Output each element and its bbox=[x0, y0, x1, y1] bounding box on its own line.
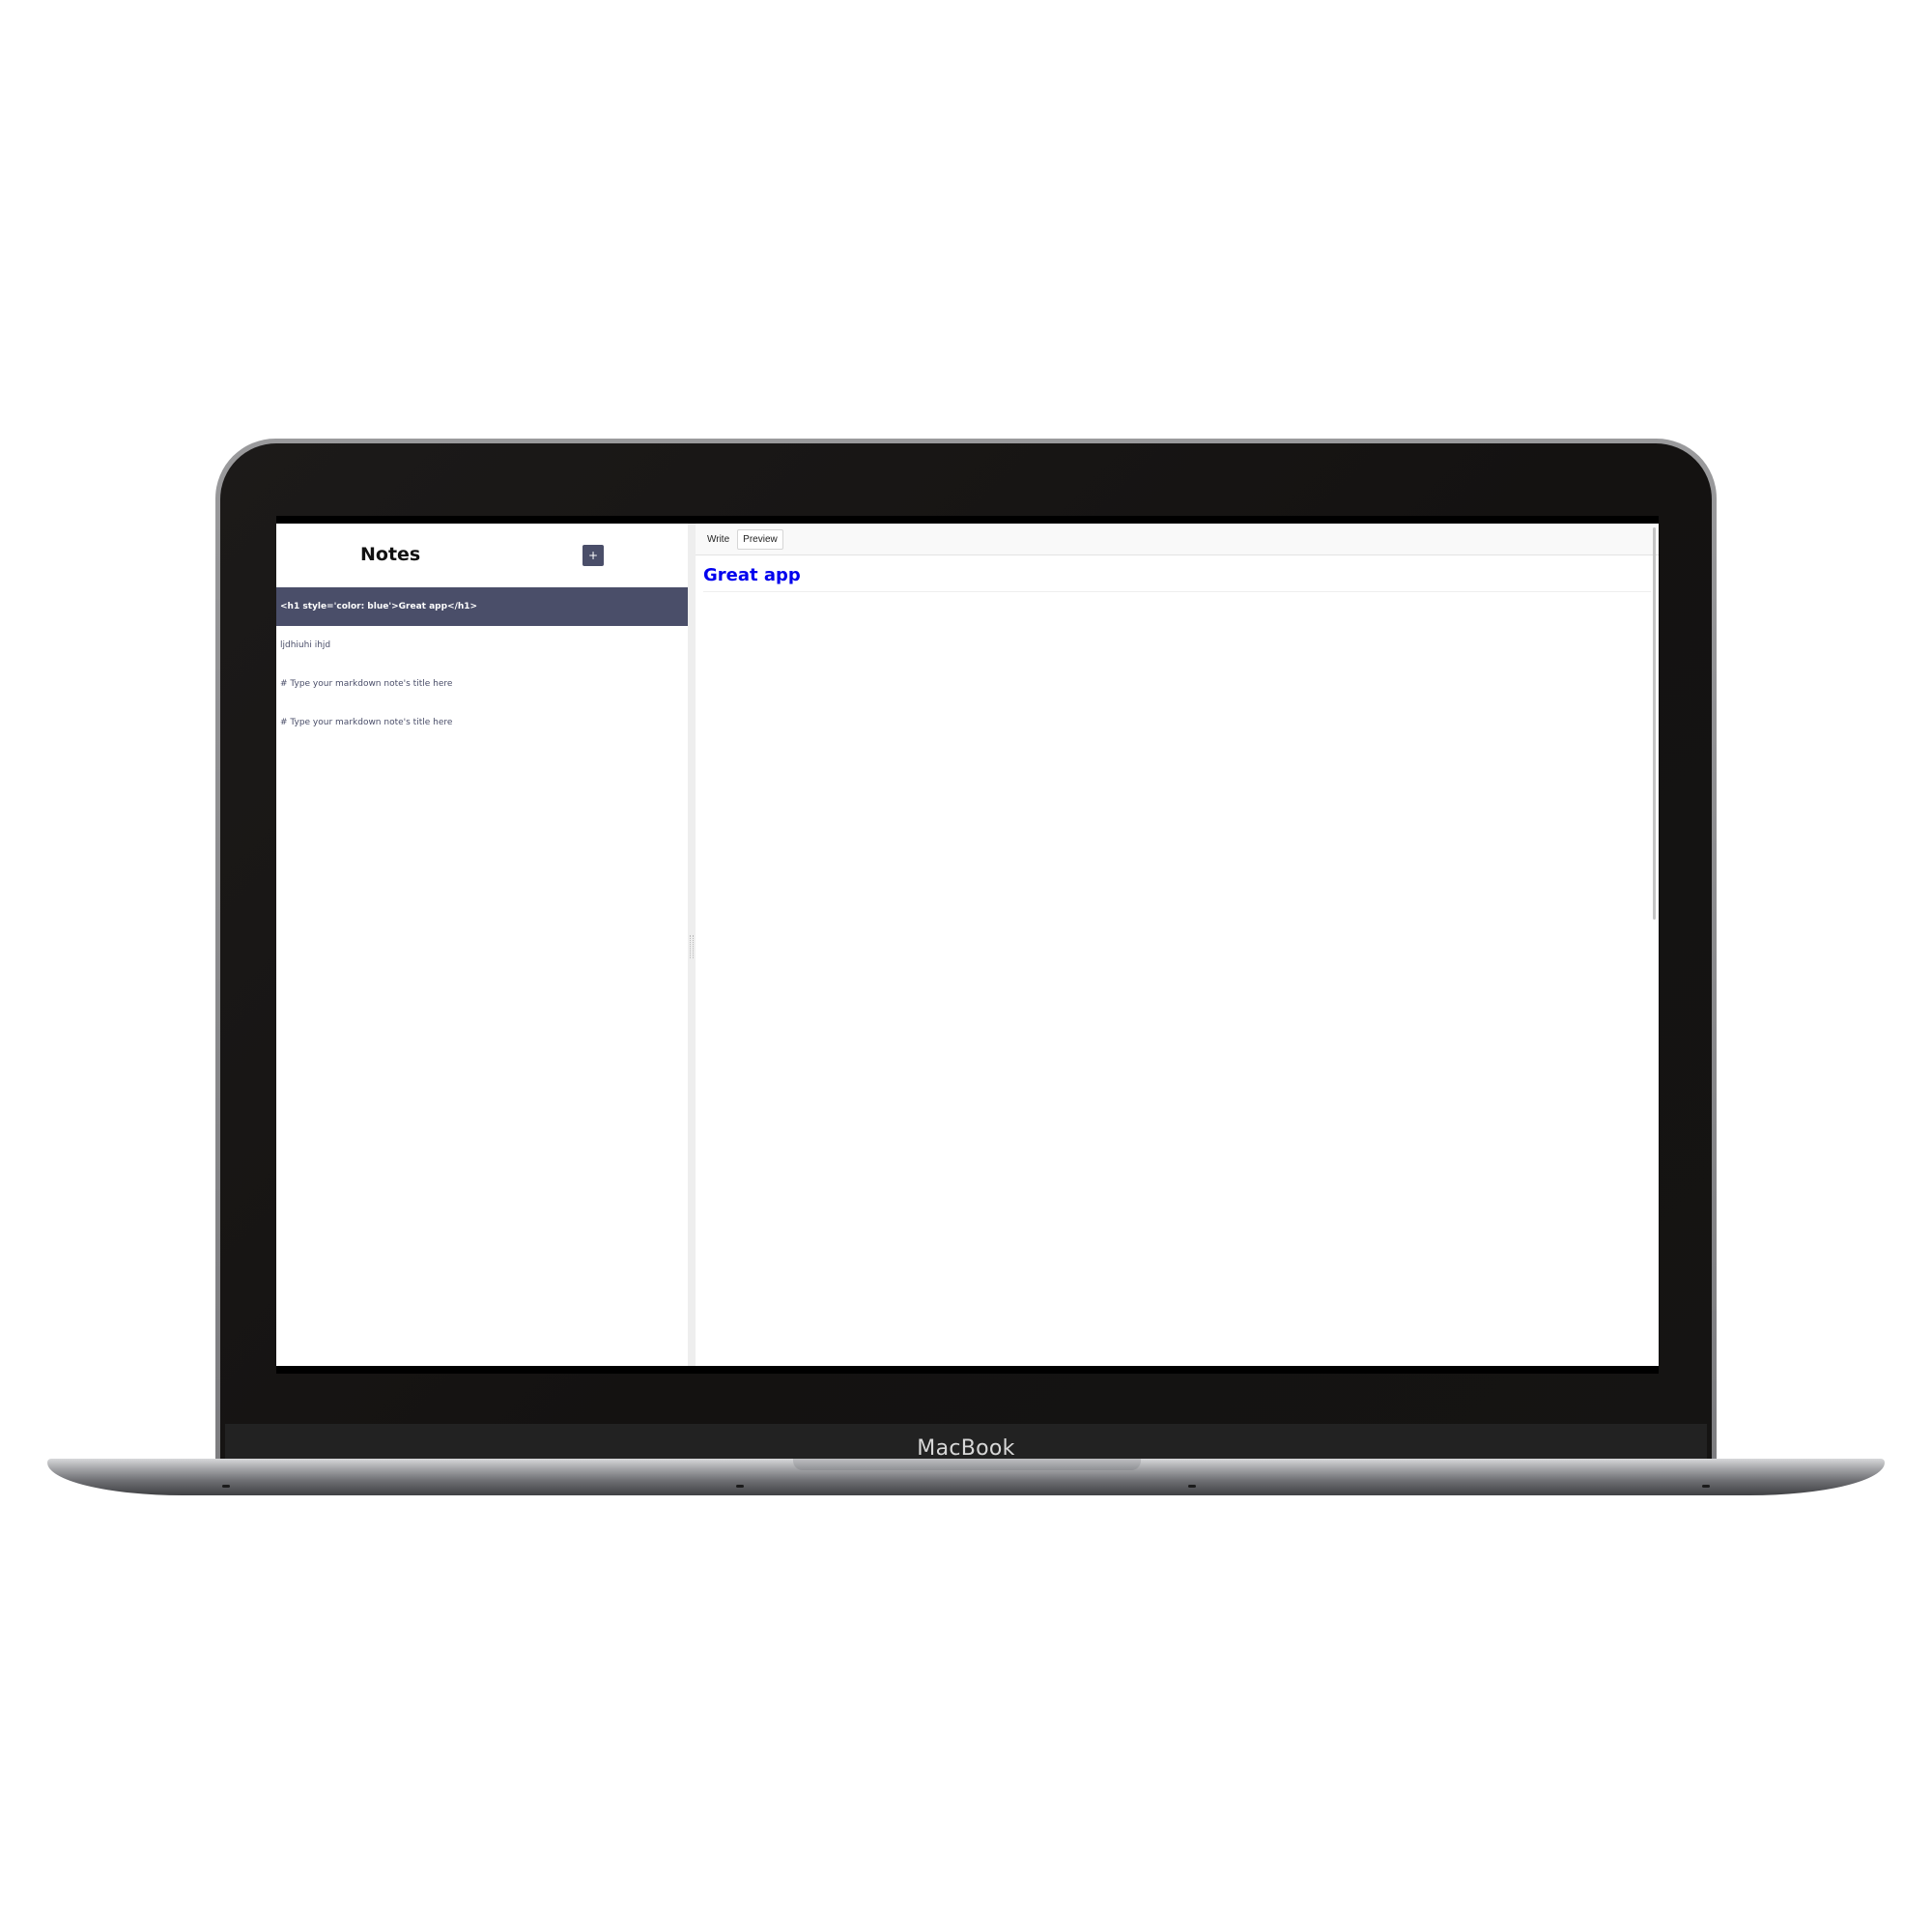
notes-sidebar: Notes + <h1 style='color: blue'>Great ap… bbox=[276, 524, 688, 1366]
laptop-foot bbox=[222, 1485, 230, 1488]
note-item-label: # Type your markdown note's title here bbox=[280, 718, 453, 727]
note-item-label: # Type your markdown note's title here bbox=[280, 679, 453, 689]
note-item[interactable]: <h1 style='color: blue'>Great app</h1> bbox=[276, 587, 688, 626]
laptop-hinge-notch bbox=[793, 1459, 1141, 1470]
brand-label: MacBook bbox=[917, 1436, 1015, 1461]
note-item-label: ljdhiuhi ihjd bbox=[280, 640, 331, 650]
tab-preview[interactable]: Preview bbox=[737, 528, 783, 550]
laptop-foot bbox=[1188, 1485, 1196, 1488]
note-item[interactable]: # Type your markdown note's title here bbox=[276, 665, 688, 703]
preview-pane: Great app bbox=[696, 555, 1659, 592]
sidebar-header: Notes + bbox=[276, 524, 688, 587]
laptop-foot bbox=[1702, 1485, 1710, 1488]
note-item-label: <h1 style='color: blue'>Great app</h1> bbox=[280, 602, 478, 611]
note-list: <h1 style='color: blue'>Great app</h1> l… bbox=[276, 587, 688, 742]
split-gutter[interactable] bbox=[688, 524, 696, 1366]
note-item[interactable]: ljdhiuhi ihjd bbox=[276, 626, 688, 665]
laptop-screen: Notes + <h1 style='color: blue'>Great ap… bbox=[276, 516, 1659, 1374]
editor-pane: Write Preview Great app bbox=[696, 524, 1659, 1366]
note-item[interactable]: # Type your markdown note's title here bbox=[276, 703, 688, 742]
laptop-foot bbox=[736, 1485, 744, 1488]
sidebar-title: Notes bbox=[360, 544, 421, 565]
editor-toolbar: Write Preview bbox=[696, 524, 1659, 555]
preview-heading: Great app bbox=[703, 563, 1651, 592]
notes-app: Notes + <h1 style='color: blue'>Great ap… bbox=[276, 524, 1659, 1366]
mockup-stage: MacBook Notes + <h1 style='color: blue'>… bbox=[0, 0, 1932, 1932]
drag-handle-icon bbox=[690, 935, 694, 958]
laptop-chin: MacBook bbox=[225, 1424, 1707, 1463]
scrollbar[interactable] bbox=[1653, 527, 1656, 920]
new-note-button[interactable]: + bbox=[582, 545, 604, 566]
tab-write[interactable]: Write bbox=[701, 529, 735, 550]
